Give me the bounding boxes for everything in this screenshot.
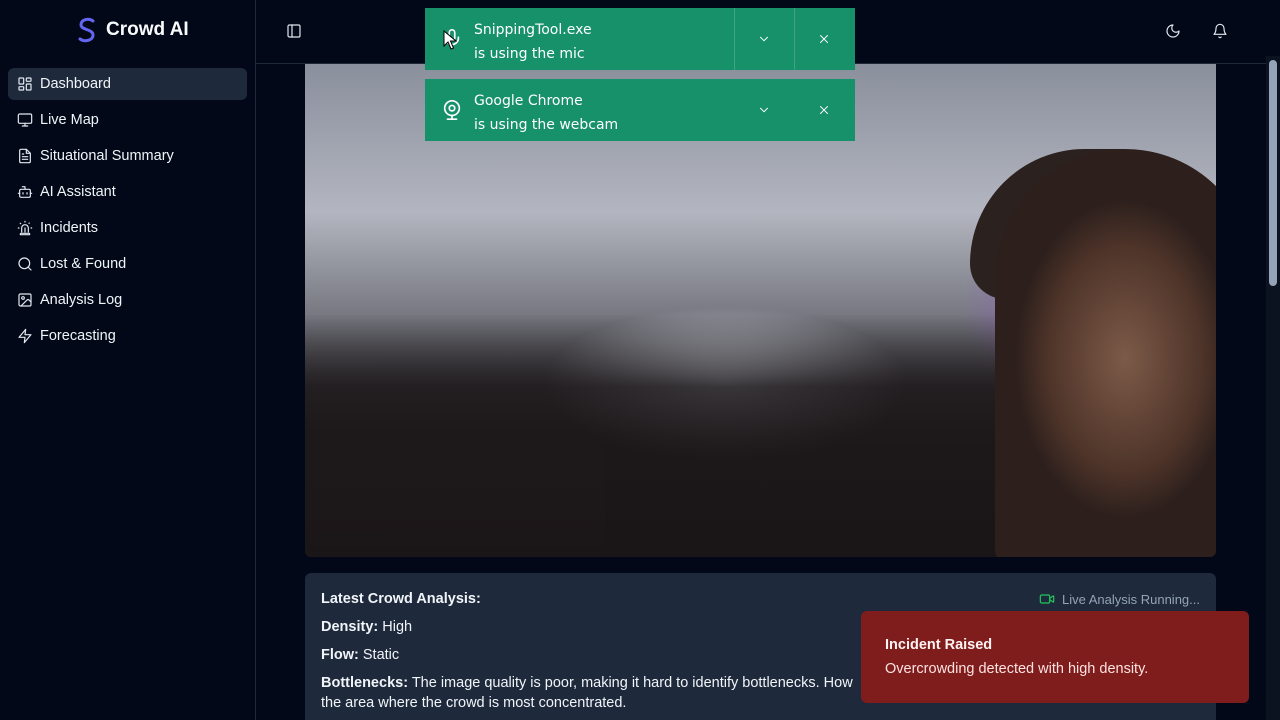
analysis-bottlenecks: Bottlenecks: The image quality is poor, … [321,675,853,691]
chevron-down-icon [760,107,768,113]
layout-grid-icon [18,77,32,91]
toast-title: Incident Raised [885,637,993,653]
chevron-down-icon [760,36,768,42]
file-text-icon [19,148,31,164]
sidebar-nav: Dashboard Live Map Situational Summary A… [8,68,247,356]
notification-text: SnippingTool.exe is using the mic [474,18,592,66]
notification-expand-button[interactable] [752,98,776,122]
moon-icon [1166,24,1180,38]
webcam-usage-notification: Google Chrome is using the webcam [425,79,855,141]
zap-icon [18,328,32,344]
notification-expand-button[interactable] [752,27,776,51]
brand[interactable]: Crowd AI [78,17,189,43]
video-person [995,149,1216,557]
sidebar-item-ai-assistant[interactable]: AI Assistant [8,176,247,208]
sidebar-toggle-button[interactable] [282,19,306,43]
sidebar-item-label: Situational Summary [40,148,174,164]
sidebar: Crowd AI Dashboard Live Map Situational … [0,0,256,720]
sidebar-item-incidents[interactable]: Incidents [8,212,247,244]
live-status-text: Live Analysis Running... [1061,591,1200,607]
close-icon [820,35,828,43]
analysis-heading: Latest Crowd Analysis: [321,591,481,607]
sidebar-item-lost-found[interactable]: Lost & Found [8,248,247,280]
theme-toggle-button[interactable] [1161,19,1185,43]
notification-message: is using the webcam [474,117,619,133]
sidebar-item-label: Lost & Found [40,256,127,272]
close-icon [820,106,828,114]
notification-divider [794,8,795,70]
monitor-icon [17,113,33,127]
sidebar-item-label: Dashboard [40,76,111,92]
mouse-cursor-icon [443,30,457,50]
sidebar-item-label: AI Assistant [40,184,116,200]
scroll-thumb[interactable] [1269,60,1277,286]
analysis-bottlenecks-cont: the area where the crowd is most concent… [321,695,627,711]
sidebar-item-label: Forecasting [40,328,116,344]
video-camera-icon [1039,594,1055,604]
analysis-density: Density: High [321,619,413,635]
brand-logo-icon [78,17,95,43]
analysis-flow: Flow: Static [321,647,400,663]
sidebar-item-forecasting[interactable]: Forecasting [8,320,247,352]
webcam-icon [441,99,463,121]
incident-toast[interactable]: Incident Raised Overcrowding detected wi… [861,611,1249,703]
sidebar-item-label: Analysis Log [40,292,123,308]
siren-icon [17,220,33,236]
bell-icon [1213,23,1227,39]
notifications-button[interactable] [1208,19,1232,43]
notification-app: SnippingTool.exe [474,22,592,38]
search-icon [18,257,32,271]
sidebar-item-label: Live Map [40,112,99,128]
page-scrollbar[interactable] [1266,56,1280,720]
notification-divider [734,8,735,70]
notification-message: is using the mic [474,46,585,62]
sidebar-item-situational-summary[interactable]: Situational Summary [8,140,247,172]
notification-app: Google Chrome [474,93,583,109]
bot-icon [17,186,33,198]
sidebar-item-label: Incidents [40,220,99,236]
toast-message: Overcrowding detected with high density. [885,661,1149,677]
mic-usage-notification: SnippingTool.exe is using the mic [425,8,855,70]
image-file-icon [18,293,32,307]
brand-name: Crowd AI [106,19,189,40]
live-analysis-status: Live Analysis Running... [1039,589,1200,609]
sidebar-item-analysis-log[interactable]: Analysis Log [8,284,247,316]
sidebar-item-dashboard[interactable]: Dashboard [8,68,247,100]
notification-close-button[interactable] [812,98,836,122]
panel-left-icon [287,24,301,38]
sidebar-item-live-map[interactable]: Live Map [8,104,247,136]
notification-text: Google Chrome is using the webcam [474,89,618,137]
notification-close-button[interactable] [812,27,836,51]
